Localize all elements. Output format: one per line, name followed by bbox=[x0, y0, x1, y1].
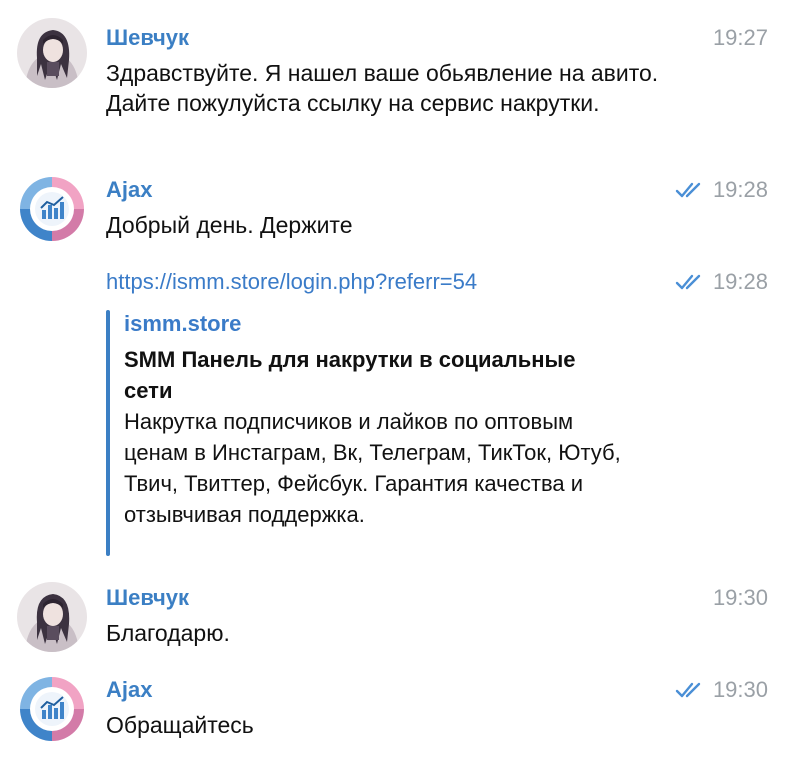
double-check-icon bbox=[675, 182, 701, 198]
message-text: Обращайтесь bbox=[106, 712, 254, 738]
sender-name-ajax[interactable]: Ajax bbox=[106, 176, 152, 204]
message-text: Добрый день. Держите bbox=[106, 212, 353, 238]
message-link[interactable]: https://ismm.store/login.php?referr=54 bbox=[106, 268, 477, 296]
time-text: 19:28 bbox=[712, 269, 768, 294]
message-time: 19:30 bbox=[713, 584, 768, 612]
message-text: Здравствуйте. Я нашел ваше обьявление на… bbox=[106, 60, 659, 116]
message-text: Благодарю. bbox=[106, 620, 230, 646]
avatar-ajax[interactable] bbox=[17, 174, 87, 244]
time-text: 19:27 bbox=[712, 25, 768, 50]
message-time: 19:30 bbox=[675, 676, 768, 704]
sender-name-ajax[interactable]: Ajax bbox=[106, 676, 152, 704]
double-check-icon bbox=[675, 682, 701, 698]
message-time: 19:28 bbox=[675, 176, 768, 204]
time-text: 19:30 bbox=[712, 585, 768, 610]
avatar-shevchuk[interactable] bbox=[17, 582, 87, 652]
avatar-shevchuk[interactable] bbox=[17, 18, 87, 88]
preview-accent-bar bbox=[106, 310, 110, 556]
time-text: 19:30 bbox=[712, 677, 768, 702]
avatar-ajax[interactable] bbox=[17, 674, 87, 744]
double-check-icon bbox=[675, 274, 701, 290]
preview-site-name: ismm.store bbox=[124, 311, 242, 336]
sender-name-shevchuk[interactable]: Шевчук bbox=[106, 24, 189, 52]
message-time: 19:28 bbox=[675, 268, 768, 296]
link-preview[interactable]: ismm.store SMM Панель для накрутки в соц… bbox=[106, 310, 646, 556]
sender-name-shevchuk[interactable]: Шевчук bbox=[106, 584, 189, 612]
message-time: 19:27 bbox=[713, 24, 768, 52]
time-text: 19:28 bbox=[712, 177, 768, 202]
preview-title: SMM Панель для накрутки в социальные сет… bbox=[124, 347, 576, 403]
preview-description: Накрутка подписчиков и лайков по оптовым… bbox=[124, 409, 621, 527]
